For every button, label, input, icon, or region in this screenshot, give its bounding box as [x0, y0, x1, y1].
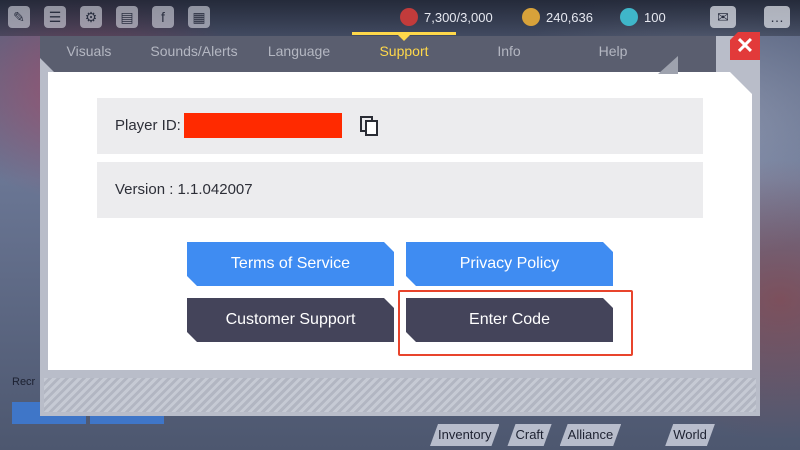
close-icon: ✕ — [735, 33, 755, 58]
tab-bar-end — [678, 36, 716, 72]
coin-icon — [522, 8, 540, 26]
chat-bubble-icon[interactable]: ▤ — [116, 6, 138, 28]
gem-icon — [620, 8, 638, 26]
bottom-nav: Inventory Craft Alliance World — [430, 424, 723, 446]
modal-footer-hatch — [44, 378, 756, 412]
stamina-icon — [400, 8, 418, 26]
list-icon[interactable]: ☰ — [44, 6, 66, 28]
stamina-value: 7,300/3,000 — [424, 9, 493, 25]
enter-code-highlight-box — [398, 290, 633, 356]
tab-sounds-alerts[interactable]: Sounds/Alerts — [138, 36, 250, 72]
terms-of-service-button[interactable]: Terms of Service — [187, 242, 394, 286]
facebook-icon[interactable]: f — [152, 6, 174, 28]
tab-support[interactable]: Support — [352, 36, 456, 72]
nav-world[interactable]: World — [665, 424, 715, 446]
stamina-display: 7,300/3,000 — [400, 8, 493, 26]
gems-display: 100 — [620, 8, 666, 26]
coins-display: 240,636 — [522, 8, 593, 26]
coins-value: 240,636 — [546, 9, 593, 25]
player-id-row: Player ID: — [97, 98, 703, 154]
player-id-redacted-value — [184, 113, 342, 138]
tab-visuals[interactable]: Visuals — [40, 36, 138, 72]
mail-icon[interactable]: ✉ — [710, 6, 736, 28]
nav-inventory[interactable]: Inventory — [430, 424, 499, 446]
tab-language[interactable]: Language — [250, 36, 348, 72]
active-tab-caret — [398, 35, 410, 41]
edit-icon[interactable]: ✎ — [8, 6, 30, 28]
top-bar: ✎ ☰ ⚙ ▤ f ▦ 7,300/3,000 240,636 100 ✉ … — [0, 0, 800, 36]
tab-help[interactable]: Help — [564, 36, 662, 72]
gear-icon[interactable]: ⚙ — [80, 6, 102, 28]
settings-tab-bar: Visuals Sounds/Alerts Language Support I… — [40, 36, 678, 72]
copy-icon[interactable] — [359, 115, 379, 137]
left-fragment-label: Recr — [12, 376, 36, 388]
privacy-policy-button[interactable]: Privacy Policy — [406, 242, 613, 286]
top-right-icons: ✉ … — [710, 6, 790, 28]
gems-value: 100 — [644, 9, 666, 25]
chat-icon[interactable]: … — [764, 6, 790, 28]
nav-alliance[interactable]: Alliance — [560, 424, 622, 446]
calendar-icon[interactable]: ▦ — [188, 6, 210, 28]
version-text: Version : 1.1.042007 — [115, 181, 253, 198]
tab-info[interactable]: Info — [460, 36, 558, 72]
close-button[interactable]: ✕ — [730, 32, 760, 60]
player-id-label: Player ID: — [115, 117, 181, 134]
nav-craft[interactable]: Craft — [507, 424, 551, 446]
version-row: Version : 1.1.042007 — [97, 162, 703, 218]
top-left-icons: ✎ ☰ ⚙ ▤ f ▦ — [8, 6, 210, 28]
customer-support-button[interactable]: Customer Support — [187, 298, 394, 342]
